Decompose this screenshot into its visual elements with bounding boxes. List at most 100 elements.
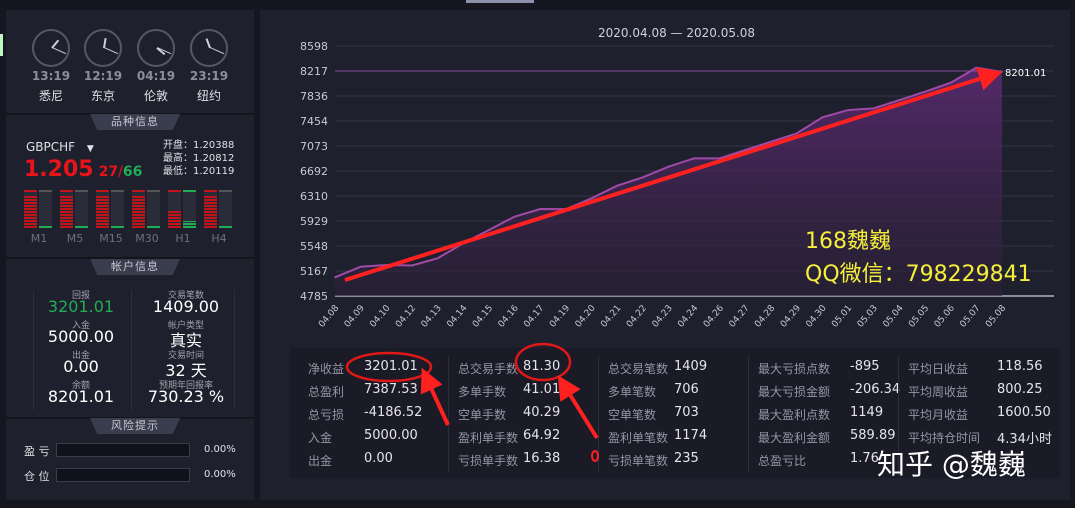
x-tick-label: 05.04 bbox=[881, 303, 905, 329]
x-tick-label: 04.17 bbox=[522, 304, 546, 330]
signal-meter-m30[interactable] bbox=[132, 190, 162, 230]
y-tick-label: 7073 bbox=[300, 140, 328, 153]
y-tick-label: 6310 bbox=[300, 190, 328, 203]
stat-label: 平均日收益 bbox=[908, 362, 969, 376]
x-tick-label: 04.13 bbox=[420, 304, 444, 330]
data-point bbox=[898, 99, 901, 101]
clock-city: 东京 bbox=[90, 89, 115, 103]
account-section-header: 帐户信息 bbox=[90, 259, 180, 275]
y-tick-label: 5548 bbox=[300, 240, 328, 253]
top-tab-indicator[interactable] bbox=[466, 0, 534, 3]
x-tick-label: 04.22 bbox=[625, 304, 649, 330]
risk-value: 0.00% bbox=[204, 444, 236, 455]
data-point bbox=[359, 265, 362, 268]
timeframe-label: M5 bbox=[66, 232, 84, 245]
x-tick-label: 04.14 bbox=[445, 303, 469, 329]
y-tick-label: 6692 bbox=[300, 165, 328, 178]
data-point bbox=[821, 116, 824, 119]
stat-value: 40.29 bbox=[523, 405, 561, 420]
stat-label: 亏损单笔数 bbox=[608, 454, 669, 468]
stat-value: 118.56 bbox=[997, 359, 1043, 374]
stat-label: 多单手数 bbox=[458, 385, 507, 399]
data-point bbox=[667, 165, 670, 168]
stat-label: 净收益 bbox=[308, 362, 345, 376]
data-point bbox=[488, 229, 490, 231]
stat-value: 1149 bbox=[850, 405, 884, 420]
stat-value: 1174 bbox=[674, 428, 708, 443]
stat-value: 235 bbox=[674, 451, 699, 466]
signal-meter-m15[interactable] bbox=[96, 190, 126, 230]
data-point bbox=[565, 208, 567, 210]
account-value: 3201.01 bbox=[47, 297, 115, 316]
clock-city: 悉尼 bbox=[38, 89, 63, 103]
stat-value: 1409 bbox=[674, 359, 708, 374]
data-point bbox=[436, 257, 439, 260]
account-value: 730.23 % bbox=[147, 387, 225, 406]
risk-label: 仓 位 bbox=[24, 470, 50, 483]
equity-chart: 8598 8217 7836 7454 7073 6692 6310 5929 5548 5167… bbox=[300, 40, 1054, 330]
data-point bbox=[1001, 71, 1003, 73]
data-point bbox=[334, 276, 336, 279]
timeframe-label: M30 bbox=[135, 232, 159, 245]
stat-value: 703 bbox=[674, 405, 699, 420]
stat-label: 平均月收益 bbox=[908, 408, 969, 422]
watermark-contact: QQ微信：798229841 bbox=[805, 262, 1032, 287]
clock-time: 04:19 bbox=[136, 69, 176, 83]
chevron-down-icon: ▼ bbox=[86, 144, 94, 154]
risk-bar bbox=[56, 443, 190, 457]
stat-value: 16.38 bbox=[523, 451, 561, 466]
x-tick-label: 04.21 bbox=[599, 304, 623, 330]
y-tick-label: 4785 bbox=[300, 290, 328, 303]
signal-meter-h4[interactable] bbox=[204, 190, 234, 230]
timeframe-label: H1 bbox=[175, 232, 191, 245]
watermark-name: 168魏巍 bbox=[805, 229, 891, 254]
x-tick-label: 04.16 bbox=[497, 303, 521, 329]
data-point bbox=[411, 264, 413, 267]
x-tick-label: 04.26 bbox=[702, 303, 726, 329]
clock-city: 伦敦 bbox=[143, 89, 168, 103]
data-point bbox=[539, 208, 542, 210]
risk-section-header: 风险提示 bbox=[90, 418, 180, 434]
x-tick-label: 04.24 bbox=[676, 303, 700, 329]
risk-value: 0.00% bbox=[204, 469, 236, 480]
stat-label: 总盈利 bbox=[308, 385, 345, 399]
stat-label: 总亏损 bbox=[308, 408, 345, 422]
price-main: 1.205 bbox=[24, 157, 94, 182]
stat-label: 空单笔数 bbox=[608, 408, 657, 422]
x-tick-label: 04.29 bbox=[779, 303, 803, 329]
data-point bbox=[385, 264, 388, 266]
risk-label: 盈 亏 bbox=[24, 445, 50, 458]
timeframe-label: M1 bbox=[30, 232, 48, 245]
stat-value: 5000.00 bbox=[364, 428, 418, 443]
y-tick-label: 8598 bbox=[300, 40, 328, 53]
signal-meter-h1[interactable] bbox=[168, 190, 198, 230]
price-bid: 27 bbox=[98, 164, 119, 180]
stat-label: 最大盈利金额 bbox=[758, 431, 831, 445]
stat-value: 3201.01 bbox=[364, 359, 418, 374]
data-point bbox=[642, 176, 644, 179]
x-tick-label: 04.15 bbox=[471, 304, 495, 330]
data-point bbox=[693, 157, 695, 160]
clock-icon bbox=[32, 29, 70, 67]
signal-meter-m5[interactable] bbox=[60, 190, 90, 230]
x-tick-label: 04.28 bbox=[753, 303, 777, 329]
clock-icon bbox=[84, 29, 122, 67]
x-tick-label: 05.03 bbox=[856, 304, 880, 330]
zhihu-watermark: 知乎 @魏巍 bbox=[877, 448, 1026, 481]
signal-meter-m1[interactable] bbox=[24, 190, 54, 230]
stat-label: 最大盈利点数 bbox=[758, 408, 831, 422]
stat-label: 最大亏损点数 bbox=[758, 362, 831, 376]
stat-label: 亏损单手数 bbox=[458, 454, 519, 468]
open-price: 开盘：1.20388 bbox=[163, 140, 235, 151]
x-tick-label: 04.20 bbox=[574, 303, 598, 329]
account-value: 8201.01 bbox=[47, 387, 115, 406]
stat-value: -4186.52 bbox=[364, 405, 423, 420]
account-value: 1409.00 bbox=[152, 297, 220, 316]
symbol-section-header: 品种信息 bbox=[90, 114, 180, 130]
data-point bbox=[590, 197, 593, 200]
data-point bbox=[975, 66, 978, 69]
data-point bbox=[872, 107, 875, 110]
symbol-selector[interactable]: GBPCHF ▼ bbox=[26, 140, 94, 154]
stat-value: 706 bbox=[674, 382, 699, 397]
stat-value: 7387.53 bbox=[364, 382, 418, 397]
